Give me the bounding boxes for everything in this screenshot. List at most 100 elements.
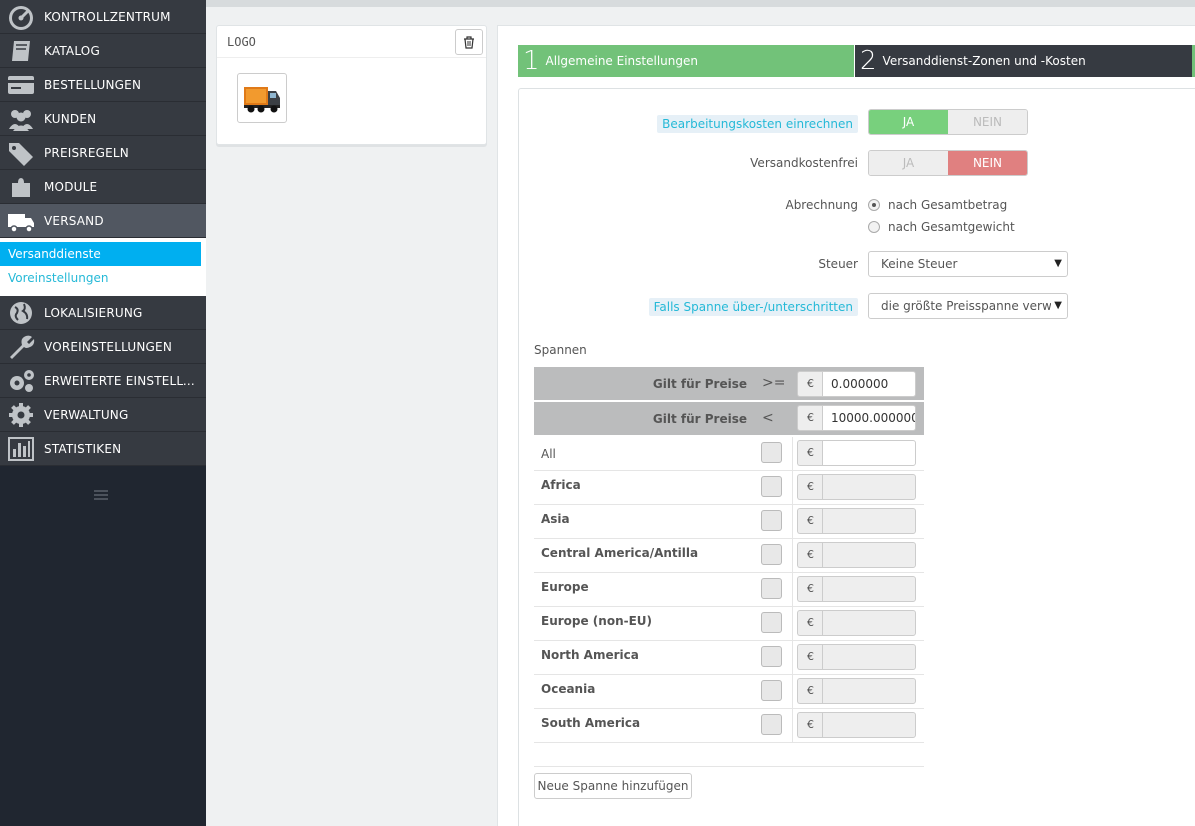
range-operator: >= <box>762 375 786 391</box>
zone-checkbox[interactable] <box>761 714 782 735</box>
nav-item-lokalisierung[interactable]: LOKALISIERUNG <box>0 296 206 330</box>
caret-down-icon: ▼ <box>1051 252 1062 276</box>
wizard-step-2[interactable]: 2 Versanddienst-Zonen und -Kosten <box>855 45 1192 77</box>
zone-price-input[interactable] <box>822 678 916 704</box>
nav-item-module[interactable]: MODULE <box>0 170 206 204</box>
menu-collapse-icon[interactable] <box>93 489 109 501</box>
tags-icon <box>4 138 38 168</box>
nav-item-erweiterte-einstellungen[interactable]: ERWEITERTE EINSTELLUN... <box>0 364 206 398</box>
wizard-step-1[interactable]: 1 Allgemeine Einstellungen <box>518 45 854 77</box>
range-from-input[interactable]: 0.000000 <box>822 371 916 397</box>
delete-logo-button[interactable] <box>455 29 483 55</box>
handling-yes-option[interactable]: JA <box>869 110 948 134</box>
zone-price-input[interactable] <box>822 576 916 602</box>
nav-label: KATALOG <box>44 43 100 58</box>
zone-price-input[interactable] <box>822 542 916 568</box>
tax-label: Steuer <box>818 257 858 271</box>
zone-checkbox[interactable] <box>761 612 782 633</box>
free-shipping-yes-option[interactable]: JA <box>869 151 948 175</box>
cogs-icon <box>4 366 38 396</box>
column-divider <box>792 437 793 471</box>
zone-price-input[interactable] <box>822 440 916 466</box>
nav-label: STATISTIKEN <box>44 441 122 456</box>
nav-item-versand[interactable]: VERSAND <box>0 204 206 238</box>
users-icon <box>4 104 38 134</box>
step-label: Versanddienst-Zonen und -Kosten <box>882 54 1086 68</box>
ranges-divider <box>534 766 924 767</box>
nav-label: LOKALISIERUNG <box>44 305 143 320</box>
zone-row: Africa € <box>534 471 924 505</box>
out-of-range-select-value: die größte Preisspanne verw <box>881 299 1052 313</box>
logo-panel: LOGO <box>216 25 487 145</box>
nav-item-preisregeln[interactable]: PREISREGELN <box>0 136 206 170</box>
wrench-icon <box>4 332 38 362</box>
zone-checkbox[interactable] <box>761 442 782 463</box>
free-shipping-toggle: JA NEIN <box>868 150 1028 176</box>
sidebar: KONTROLLZENTRUM KATALOG BESTELLUNGEN KUN… <box>0 0 206 826</box>
zone-price-input[interactable] <box>822 712 916 738</box>
nav-item-kontrollzentrum[interactable]: KONTROLLZENTRUM <box>0 0 206 34</box>
tax-select[interactable]: Keine Steuer ▼ <box>868 251 1068 277</box>
gear-icon <box>4 400 38 430</box>
handling-no-option[interactable]: NEIN <box>948 110 1027 134</box>
nav-item-voreinstellungen[interactable]: VOREINSTELLUNGEN <box>0 330 206 364</box>
zone-checkbox[interactable] <box>761 544 782 565</box>
nav-label: BESTELLUNGEN <box>44 77 142 92</box>
out-of-range-select[interactable]: die größte Preisspanne verw ▼ <box>868 293 1068 319</box>
submenu-item-versanddienste[interactable]: Versanddienste <box>0 242 201 266</box>
billing-label: Abrechnung <box>785 198 858 212</box>
zone-row: Central America/Antilla € <box>534 539 924 573</box>
free-shipping-no-option[interactable]: NEIN <box>948 151 1027 175</box>
range-row-label: Gilt für Preise <box>652 412 747 426</box>
handling-label[interactable]: Bearbeitungskosten einrechnen <box>657 115 858 133</box>
radio-label: nach Gesamtgewicht <box>888 220 1015 234</box>
range-from-row: Gilt für Preise >= € 0.000000 <box>534 367 924 401</box>
zone-name: Europe (non-EU) <box>541 614 653 628</box>
puzzle-icon <box>4 172 38 202</box>
book-icon <box>4 36 38 66</box>
zone-checkbox[interactable] <box>761 476 782 497</box>
currency-addon: € <box>797 542 823 568</box>
column-divider <box>792 539 793 573</box>
zone-checkbox[interactable] <box>761 646 782 667</box>
billing-option-weight[interactable]: nach Gesamtgewicht <box>868 220 1015 234</box>
add-range-button[interactable]: Neue Spanne hinzufügen <box>534 773 692 799</box>
zone-row: Europe (non-EU) € <box>534 607 924 641</box>
zone-row-all: All € <box>534 437 924 471</box>
handling-toggle: JA NEIN <box>868 109 1028 135</box>
zone-price-input[interactable] <box>822 508 916 534</box>
out-of-range-label[interactable]: Falls Spanne über-/unterschritten <box>648 298 858 316</box>
zone-price-input[interactable] <box>822 644 916 670</box>
step-arrow <box>1178 45 1192 77</box>
radio-button[interactable] <box>868 221 880 233</box>
zone-row: Europe € <box>534 573 924 607</box>
nav-item-bestellungen[interactable]: BESTELLUNGEN <box>0 68 206 102</box>
zone-checkbox[interactable] <box>761 510 782 531</box>
currency-addon: € <box>797 576 823 602</box>
nav-item-verwaltung[interactable]: VERWALTUNG <box>0 398 206 432</box>
top-strip <box>206 0 1195 7</box>
currency-addon: € <box>797 440 823 466</box>
zone-checkbox[interactable] <box>761 680 782 701</box>
submenu-item-voreinstellungen[interactable]: Voreinstellungen <box>0 266 206 290</box>
billing-option-price[interactable]: nach Gesamtbetrag <box>868 198 1007 212</box>
nav-item-kunden[interactable]: KUNDEN <box>0 102 206 136</box>
currency-addon: € <box>797 508 823 534</box>
range-to-input[interactable]: 10000.000000 <box>822 405 916 431</box>
zone-row: South America € <box>534 709 924 743</box>
zone-price-input[interactable] <box>822 474 916 500</box>
dashboard-icon <box>4 2 38 32</box>
radio-button[interactable] <box>868 199 880 211</box>
column-divider <box>792 641 793 675</box>
zone-checkbox[interactable] <box>761 578 782 599</box>
nav-item-katalog[interactable]: KATALOG <box>0 34 206 68</box>
nav-item-statistiken[interactable]: STATISTIKEN <box>0 432 206 466</box>
currency-addon: € <box>797 712 823 738</box>
nav-label: VERWALTUNG <box>44 407 129 422</box>
zone-price-input[interactable] <box>822 610 916 636</box>
zone-name: North America <box>541 648 639 662</box>
range-to-row: Gilt für Preise < € 10000.000000 <box>534 402 924 436</box>
truck-logo-icon <box>244 87 280 113</box>
zone-name: Africa <box>541 478 581 492</box>
nav-label: PREISREGELN <box>44 145 129 160</box>
